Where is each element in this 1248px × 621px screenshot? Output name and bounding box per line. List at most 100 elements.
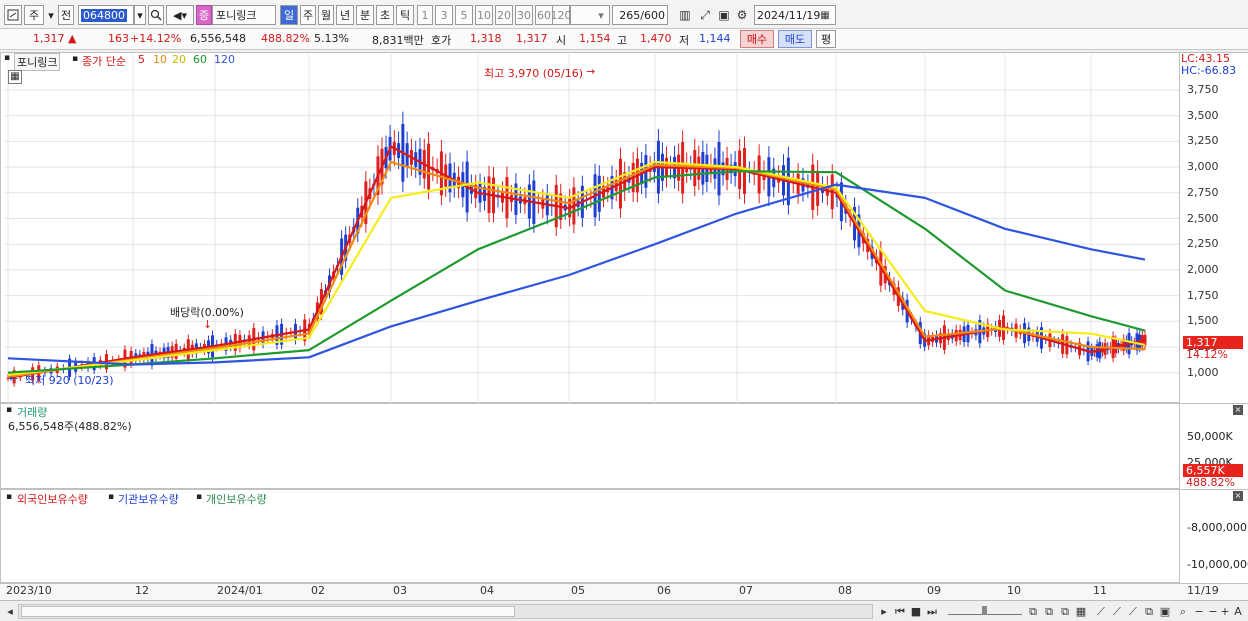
scroll-right-icon[interactable]: ▸ — [878, 604, 890, 619]
price-tick: 3,250 — [1187, 134, 1219, 148]
first-page-icon[interactable]: ⏮ — [893, 604, 907, 619]
buy-button[interactable]: 매수 — [740, 30, 774, 48]
interval-3[interactable]: 3 — [435, 5, 453, 25]
last-page-icon[interactable]: ⏭ — [925, 604, 939, 619]
x-tick: 07 — [739, 584, 753, 597]
ask-label: 호가 — [431, 34, 452, 47]
holdings-close-icon[interactable]: × — [1233, 491, 1243, 501]
code-dropdown-icon[interactable]: ▾ — [134, 5, 146, 25]
zoom-icon[interactable]: ⌕ — [1176, 604, 1190, 619]
x-tick: 12 — [135, 584, 149, 597]
low-label: 저 — [679, 34, 690, 47]
ask-price-1: 1,318 — [470, 32, 502, 45]
count-field[interactable]: 265/600 — [612, 5, 668, 25]
calendar-icon[interactable]: ▦ — [818, 6, 832, 24]
quote-bar: 1,317 ▲ 163 +14.12% 6,556,548 488.82% 5.… — [0, 29, 1248, 50]
interval-5[interactable]: 5 — [455, 5, 473, 25]
market-select[interactable]: 주 — [24, 5, 44, 25]
font-size-icon[interactable]: A — [1231, 604, 1245, 619]
zoom-slider-handle[interactable] — [982, 606, 987, 615]
interval-dropdown-icon[interactable]: ▾ — [594, 5, 608, 25]
date-value: 2024/11/19 — [757, 8, 821, 22]
amount: 8,831백만 — [372, 34, 424, 47]
chart-type-icon[interactable]: ▥ — [676, 6, 694, 24]
code-value: 064800 — [81, 8, 127, 22]
price-tick: 2,500 — [1187, 211, 1219, 225]
ma-10-label: 10 — [153, 53, 167, 66]
change-percent: +14.12% — [130, 32, 182, 45]
low-annotation: 최저 920 (10/23) — [25, 374, 114, 387]
search-icon[interactable] — [148, 5, 164, 25]
settings-icon[interactable]: ⚙ — [734, 6, 750, 24]
period-month[interactable]: 월 — [318, 5, 334, 25]
stop-icon[interactable]: ■ — [909, 604, 923, 619]
high-annotation: 최고 3,970 (05/16) — [484, 67, 584, 80]
market-dropdown-icon[interactable]: ▾ — [46, 5, 56, 25]
scrollbar-thumb[interactable] — [21, 606, 515, 617]
last-price-percent: 14.12% — [1186, 348, 1228, 361]
period-second[interactable]: 초 — [376, 5, 394, 25]
chart-menu-icon[interactable] — [4, 5, 22, 25]
high-arrow-icon: → — [586, 65, 596, 78]
change-value: 163 — [108, 32, 129, 45]
scrollbar-track[interactable] — [18, 604, 873, 619]
volume-close-icon[interactable]: × — [1233, 405, 1243, 415]
inst-handle-icon: ▪ — [108, 492, 115, 502]
ma-line-5 — [7, 145, 1146, 379]
x-tick: 04 — [480, 584, 494, 597]
stock-name-field[interactable]: 포니링크 — [212, 5, 276, 25]
layout-2-icon[interactable]: ⧉ — [1042, 604, 1056, 619]
panel-handle-icon[interactable]: ▪ — [4, 53, 10, 63]
image-icon[interactable]: ▣ — [1158, 604, 1172, 619]
code-input[interactable]: 064800 — [78, 5, 134, 25]
volume-percent: 488.82% — [261, 32, 310, 45]
price-panel-name[interactable]: 포니링크 — [14, 53, 61, 71]
price-tick: 2,250 — [1187, 237, 1219, 251]
table-icon[interactable]: ▦ — [1074, 604, 1088, 619]
volume-handle-icon[interactable]: ▪ — [6, 405, 12, 415]
price-tick: 3,750 — [1187, 83, 1219, 96]
sell-button[interactable]: 매도 — [778, 30, 812, 48]
calculator-icon[interactable]: ▦ — [8, 70, 22, 84]
volume-panel[interactable] — [0, 403, 1180, 489]
period-week[interactable]: 주 — [300, 5, 316, 25]
period-day[interactable]: 일 — [280, 5, 298, 25]
x-axis — [0, 583, 1248, 600]
fib-tool-icon[interactable]: ⟋ — [1126, 604, 1140, 619]
x-tick: 11/19 — [1187, 584, 1219, 597]
period-year[interactable]: 년 — [336, 5, 354, 25]
zoom-slider[interactable] — [948, 606, 1022, 615]
ma-line-20 — [7, 160, 1146, 376]
prev-prefix[interactable]: 전 — [58, 5, 74, 25]
line-tool-icon[interactable]: ⟋ — [1094, 604, 1108, 619]
interval-1[interactable]: 1 — [417, 5, 433, 25]
evaluate-button[interactable]: 평 — [816, 30, 836, 48]
period-tick[interactable]: 틱 — [396, 5, 414, 25]
layout-1-icon[interactable]: ⧉ — [1026, 604, 1040, 619]
interval-20[interactable]: 20 — [495, 5, 513, 25]
trend-tool-icon[interactable]: ⟋ — [1110, 604, 1124, 619]
x-tick: 06 — [657, 584, 671, 597]
pattern-tool-icon[interactable]: ⧉ — [1142, 604, 1156, 619]
price-tick: 1,000 — [1187, 365, 1219, 379]
scroll-left-icon[interactable]: ◂ — [4, 604, 16, 619]
draw-tool-icon[interactable]: ⤢ — [696, 6, 714, 24]
layout-3-icon[interactable]: ⧉ — [1058, 604, 1072, 619]
period-minute[interactable]: 분 — [356, 5, 374, 25]
x-tick: 02 — [311, 584, 325, 597]
ma-20-label: 20 — [172, 53, 186, 66]
interval-10[interactable]: 10 — [475, 5, 493, 25]
sound-icon[interactable]: ◀▾ — [166, 5, 194, 25]
minimize-icon[interactable]: − — [1207, 604, 1219, 619]
interval-30[interactable]: 30 — [515, 5, 533, 25]
holdings-handle-icon[interactable]: ▪ — [6, 492, 12, 502]
zoom-in-icon[interactable]: + — [1219, 604, 1231, 619]
x-tick: 2024/01 — [217, 584, 263, 597]
volume-value: 6,556,548주(488.82%) — [8, 420, 132, 433]
x-tick: 10 — [1007, 584, 1021, 597]
x-tick: 03 — [393, 584, 407, 597]
save-icon[interactable]: ▣ — [716, 6, 732, 24]
ma-5-label: 5 — [138, 53, 145, 66]
zoom-out-icon[interactable]: − — [1193, 604, 1205, 619]
interval-120[interactable]: 120 — [551, 5, 572, 25]
